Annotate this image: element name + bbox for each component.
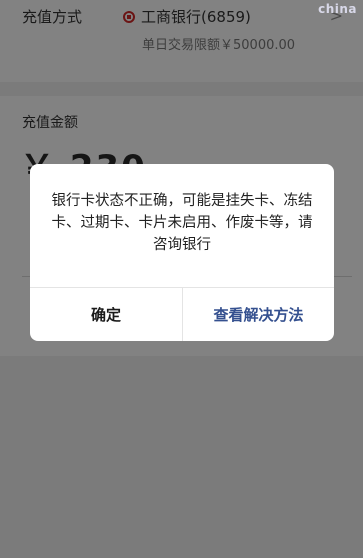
view-solution-button[interactable]: 查看解决方法 <box>183 288 334 341</box>
icbc-logo-icon <box>123 10 135 23</box>
confirm-button[interactable]: 确定 <box>30 288 182 341</box>
bank-card-row[interactable]: 工商银行(6859) <box>123 6 251 27</box>
recharge-page: 充值方式 工商银行(6859) > china 单日交易限额￥50000.00 … <box>0 0 363 558</box>
daily-limit-text: 单日交易限额￥50000.00 <box>142 38 296 53</box>
bank-card-name: 工商银行(6859) <box>141 8 251 26</box>
recharge-method-card[interactable]: 充值方式 工商银行(6859) > china 单日交易限额￥50000.00 <box>0 0 363 82</box>
dialog-message: 银行卡状态不正确，可能是挂失卡、冻结卡、过期卡、卡片未启用、作废卡等，请咨询银行 <box>51 193 313 253</box>
recharge-amount-label: 充值金额 <box>22 115 78 131</box>
watermark-logo: china <box>318 2 357 16</box>
error-dialog: 银行卡状态不正确，可能是挂失卡、冻结卡、过期卡、卡片未启用、作废卡等，请咨询银行… <box>30 164 334 341</box>
recharge-method-label: 充值方式 <box>22 8 83 26</box>
